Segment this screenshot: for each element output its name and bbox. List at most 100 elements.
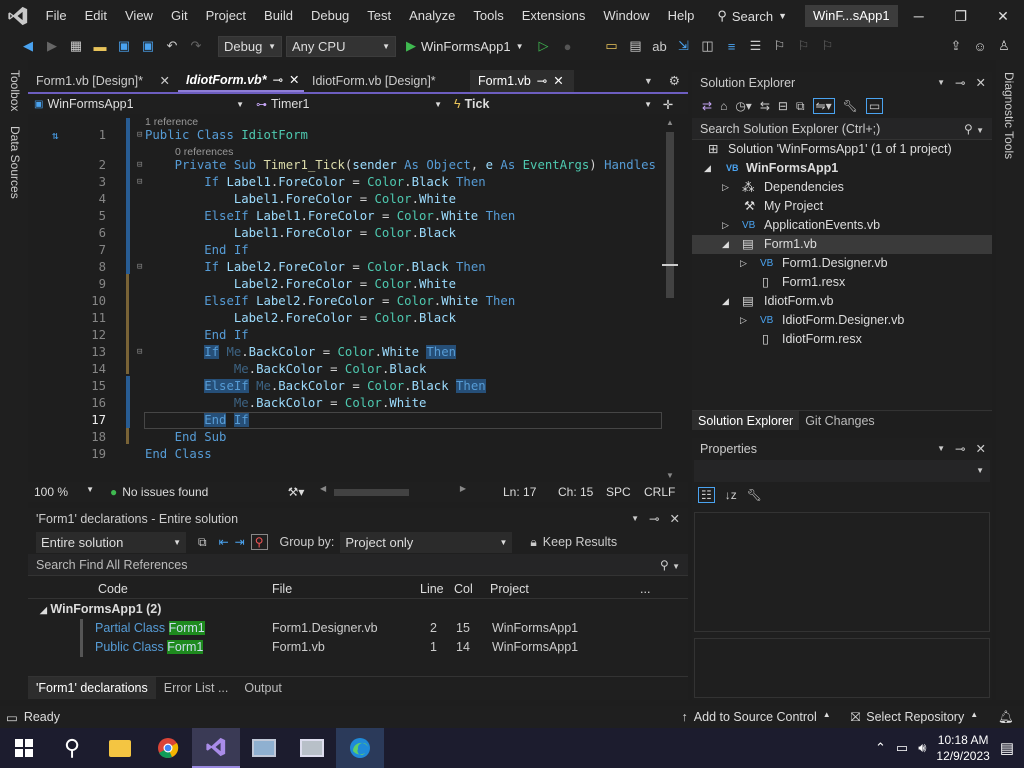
close-button[interactable]: ✕ — [982, 8, 1024, 25]
copy-icon[interactable]: ⧉ — [192, 535, 213, 550]
tree-item-idiotform-designer[interactable]: ▷ VB IdiotForm.Designer.vb — [692, 311, 992, 330]
scroll-down-arrow[interactable]: ▼ — [666, 471, 674, 480]
chevron-down-icon[interactable]: ▼ — [937, 438, 945, 460]
property-pages-icon[interactable]: 🔧︎ — [747, 488, 762, 502]
chevron-down-icon[interactable]: ▼ — [937, 72, 945, 94]
bookmark-icon[interactable]: ⚐ — [770, 36, 790, 56]
menu-extensions[interactable]: Extensions — [513, 0, 595, 32]
record-icon[interactable]: ● — [558, 36, 578, 56]
collapse-all-icon[interactable]: ⊟ — [778, 99, 788, 113]
bookmark-next-icon[interactable]: ⚐ — [818, 36, 838, 56]
scope-select[interactable]: Entire solution ▼ — [36, 531, 186, 553]
open-icon[interactable]: ▬ — [90, 36, 110, 56]
close-icon[interactable]: ✕ — [553, 70, 563, 92]
tree-item-form1-resx[interactable]: ▯ Form1.resx — [692, 273, 992, 292]
solution-name[interactable]: WinF...sApp1 — [804, 5, 898, 27]
menu-analyze[interactable]: Analyze — [400, 0, 464, 32]
notification-center-icon[interactable]: ▤ — [1000, 739, 1014, 757]
tab-overflow-button[interactable]: ▼ — [636, 70, 661, 92]
visual-studio-taskbar-icon[interactable] — [192, 728, 240, 768]
project-dropdown[interactable]: ▣ WinFormsApp1 ▼ — [28, 94, 250, 114]
start-without-debugging-icon[interactable]: ▷ — [534, 36, 554, 56]
tab-solution-explorer[interactable]: Solution Explorer — [692, 411, 800, 430]
close-icon[interactable]: ✕ — [670, 508, 680, 530]
menu-build[interactable]: Build — [255, 0, 302, 32]
line-indicator[interactable]: Ln: 17 — [503, 485, 558, 499]
tab-git-changes[interactable]: Git Changes — [799, 411, 880, 430]
redo-icon[interactable]: ↷ — [186, 36, 206, 56]
whitespace-indicator[interactable]: SPC — [606, 485, 644, 499]
tab-form1-design[interactable]: Form1.vb [Design]* ✕ — [28, 70, 178, 92]
file-explorer-icon[interactable] — [96, 728, 144, 768]
column-header-line[interactable]: Line — [414, 579, 448, 598]
keep-results-button[interactable]: Keep Results — [543, 535, 617, 549]
add-to-source-control-button[interactable]: ↑ Add to Source Control ▲ — [682, 710, 851, 724]
live-share-icon[interactable]: ⇪ — [946, 36, 966, 56]
search-button[interactable]: ⚲ Search ▼ — [709, 4, 795, 28]
collapse-all-icon[interactable]: ⇤ — [219, 535, 229, 549]
select-icon[interactable]: ⇲ — [674, 36, 694, 56]
search-icon[interactable]: ⚲ — [48, 728, 96, 768]
scroll-up-arrow[interactable]: ▲ — [666, 118, 674, 127]
filter-icon[interactable]: ⇋▾ — [812, 98, 835, 114]
maximize-button[interactable]: ❐ — [940, 8, 982, 25]
switch-views-icon[interactable]: ⇄ — [702, 99, 712, 113]
run-button[interactable]: ▶ WinFormsApp1 ▼ — [406, 38, 524, 54]
compare-icon[interactable]: ◫ — [698, 36, 718, 56]
pin-icon[interactable]: ⊸ — [955, 72, 965, 94]
bookmark-prev-icon[interactable]: ⚐ — [794, 36, 814, 56]
gear-icon[interactable]: ⚙ — [661, 70, 688, 92]
horizontal-scroll-thumb[interactable] — [334, 489, 409, 496]
menu-file[interactable]: File — [37, 0, 76, 32]
member-dropdown[interactable]: ϟ Tick ▼ — [448, 94, 658, 114]
properties-icon[interactable]: 🔧︎ — [843, 99, 858, 113]
folder-icon[interactable]: ▭ — [602, 36, 622, 56]
expand-all-icon[interactable]: ⇥ — [235, 535, 245, 549]
comment-icon[interactable]: ☰ — [746, 36, 766, 56]
references-search[interactable]: Search Find All References ⚲ ▼ — [28, 554, 688, 576]
categorized-icon[interactable]: ☷ — [698, 487, 715, 503]
chrome-icon[interactable] — [144, 728, 192, 768]
tab-declarations[interactable]: 'Form1' declarations — [28, 676, 156, 699]
object-select[interactable]: ▼ — [694, 460, 990, 482]
result-row[interactable]: Partial Class Form1 Form1.Designer.vb 2 … — [80, 619, 688, 638]
column-header-more[interactable]: ... — [634, 579, 674, 598]
show-all-files-icon[interactable]: ⧉ — [796, 99, 805, 114]
save-all-icon[interactable]: ▣ — [138, 36, 158, 56]
editor-vertical-scrollbar[interactable]: ▲ ▼ — [662, 118, 678, 482]
menu-view[interactable]: View — [116, 0, 162, 32]
back-icon[interactable]: ◀ — [18, 36, 38, 56]
solution-explorer-search[interactable]: Search Solution Explorer (Ctrl+;) ⚲ ▼ — [692, 118, 992, 140]
layout-icon[interactable]: ▤ — [626, 36, 646, 56]
char-indicator[interactable]: Ch: 15 — [558, 485, 606, 499]
windows-start-icon[interactable] — [0, 728, 48, 768]
new-project-icon[interactable]: ▦ — [66, 36, 86, 56]
diagnostic-tools-tab[interactable]: Diagnostic Tools — [1002, 72, 1016, 159]
line-ending-indicator[interactable]: CRLF — [644, 485, 688, 499]
menu-edit[interactable]: Edit — [76, 0, 116, 32]
tab-output[interactable]: Output — [236, 681, 290, 695]
pin-icon[interactable]: ⊸ — [649, 508, 659, 530]
home-icon[interactable]: ⌂ — [720, 99, 727, 113]
group-by-select[interactable]: Project only ▼ — [340, 531, 513, 553]
undo-icon[interactable]: ↶ — [162, 36, 182, 56]
menu-tools[interactable]: Tools — [464, 0, 512, 32]
result-group[interactable]: ◢ WinFormsApp1 (2) — [28, 599, 688, 619]
pin-icon[interactable]: ⊸ — [273, 69, 283, 91]
chevron-up-icon[interactable]: ⌃ — [875, 740, 886, 756]
pin-icon[interactable]: ⊸ — [955, 438, 965, 460]
chevron-down-icon[interactable]: ▼ — [631, 508, 639, 530]
menu-window[interactable]: Window — [594, 0, 658, 32]
filter-icon[interactable]: ⚲ — [250, 534, 268, 550]
column-header-project[interactable]: Project — [484, 579, 634, 598]
edge-icon[interactable] — [336, 728, 384, 768]
tree-item-idiotform-resx[interactable]: ▯ IdiotForm.resx — [692, 330, 992, 349]
configuration-select[interactable]: Debug ▼ — [218, 35, 282, 57]
output-icon[interactable]: ▭ — [0, 710, 24, 725]
alphabetical-icon[interactable]: ↓z — [725, 488, 737, 502]
class-dropdown[interactable]: ⊶ Timer1 ▼ — [250, 94, 448, 114]
column-header-file[interactable]: File — [266, 579, 414, 598]
tree-item-idiotform[interactable]: ◢ ▤ IdiotForm.vb — [692, 292, 992, 311]
tree-item-form1[interactable]: ◢ ▤ Form1.vb — [692, 235, 992, 254]
tree-item-dependencies[interactable]: ▷ ⁂ Dependencies — [692, 178, 992, 197]
